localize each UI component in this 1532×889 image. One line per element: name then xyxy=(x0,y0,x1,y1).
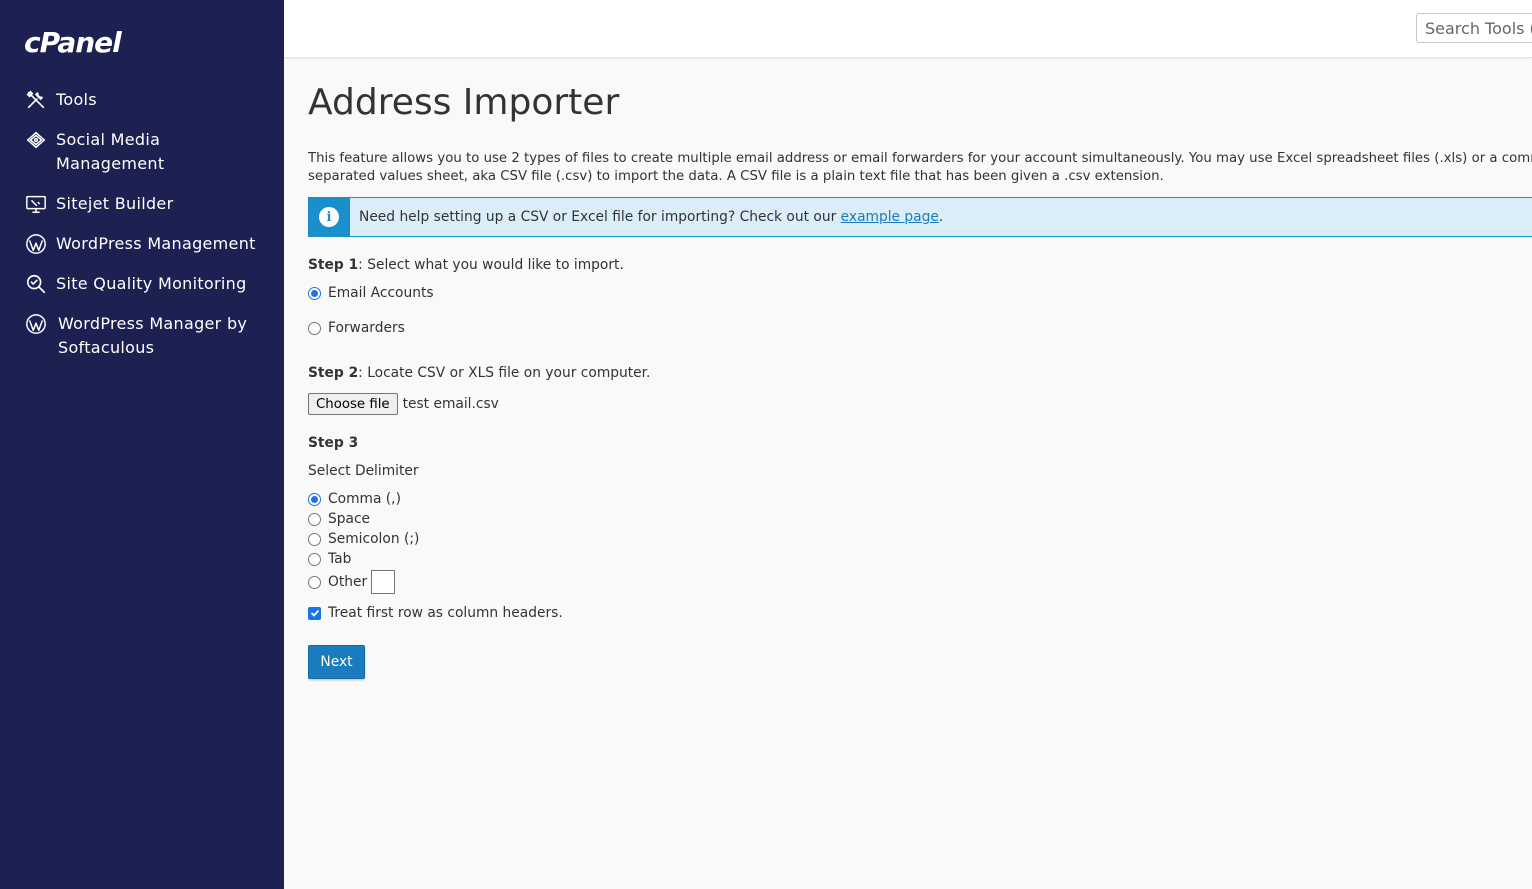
radio-forwarders[interactable]: Forwarders xyxy=(308,320,405,336)
social-media-icon xyxy=(24,128,48,152)
sidebar-item-label: WordPress Management xyxy=(56,234,256,253)
page-title: Address Importer xyxy=(308,82,620,123)
next-button[interactable]: Next xyxy=(308,645,365,679)
other-delimiter-input[interactable] xyxy=(371,570,396,594)
sidebar-item-wordpress-management[interactable]: WordPress Management xyxy=(0,232,284,256)
sidebar-item-wordpress-softaculous[interactable]: WordPress Manager by Softaculous xyxy=(0,312,284,360)
wordpress-icon xyxy=(24,312,48,336)
sidebar-item-label: WordPress Manager by Softaculous xyxy=(58,314,248,357)
sitejet-icon xyxy=(24,192,48,216)
file-picker: Choose file test email.csv xyxy=(308,393,499,415)
top-bar xyxy=(284,0,1532,58)
radio-button[interactable] xyxy=(308,286,321,300)
sidebar-item-tools[interactable]: Tools xyxy=(0,88,284,112)
wordpress-icon xyxy=(24,232,48,256)
info-icon: i xyxy=(319,207,339,227)
page-description: This feature allows you to use 2 types o… xyxy=(308,151,1532,184)
selected-file-name: test email.csv xyxy=(402,396,499,412)
sidebar-item-label: Site Quality Monitoring xyxy=(56,274,247,293)
step2-label: Step 2: Locate CSV or XLS file on your c… xyxy=(308,365,651,381)
sidebar-item-label: Social Media Management xyxy=(56,130,165,173)
site-quality-icon xyxy=(24,272,48,296)
sidebar: cPanel Tools Social Media Management Sit… xyxy=(0,0,284,889)
radio-button[interactable] xyxy=(308,492,321,506)
radio-semicolon[interactable]: Semicolon (;) xyxy=(308,531,419,547)
tools-icon xyxy=(24,88,48,112)
radio-tab[interactable]: Tab xyxy=(308,551,351,567)
header-row-checkbox[interactable] xyxy=(308,606,321,620)
step1-label: Step 1: Select what you would like to im… xyxy=(308,257,624,273)
radio-email-accounts[interactable]: Email Accounts xyxy=(308,285,434,301)
sidebar-item-social-media[interactable]: Social Media Management xyxy=(0,128,284,176)
sidebar-item-label: Sitejet Builder xyxy=(56,194,174,213)
example-page-link[interactable]: example page xyxy=(841,209,939,225)
info-icon-box: i xyxy=(308,197,350,237)
cpanel-logo[interactable]: cPanel xyxy=(24,26,122,59)
radio-button[interactable] xyxy=(308,552,321,566)
choose-file-button[interactable]: Choose file xyxy=(308,393,398,415)
select-delimiter-label: Select Delimiter xyxy=(308,463,419,479)
sidebar-item-site-quality[interactable]: Site Quality Monitoring xyxy=(0,272,284,296)
sidebar-nav: Tools Social Media Management Sitejet Bu… xyxy=(0,88,284,376)
radio-button[interactable] xyxy=(308,575,321,589)
radio-button[interactable] xyxy=(308,512,321,526)
radio-button[interactable] xyxy=(308,321,321,335)
header-row-checkbox-row[interactable]: Treat first row as column headers. xyxy=(308,605,563,621)
step3-label: Step 3 xyxy=(308,435,359,451)
radio-comma[interactable]: Comma (,) xyxy=(308,491,401,507)
search-input[interactable] xyxy=(1416,13,1532,43)
sidebar-item-sitejet[interactable]: Sitejet Builder xyxy=(0,192,284,216)
main-content: Address Importer This feature allows you… xyxy=(308,58,1532,889)
info-alert: i Need help setting up a CSV or Excel fi… xyxy=(308,197,1532,237)
radio-other[interactable]: Other xyxy=(308,570,396,594)
radio-button[interactable] xyxy=(308,532,321,546)
alert-text: Need help setting up a CSV or Excel file… xyxy=(359,209,944,225)
sidebar-item-label: Tools xyxy=(56,90,97,109)
radio-space[interactable]: Space xyxy=(308,511,370,527)
